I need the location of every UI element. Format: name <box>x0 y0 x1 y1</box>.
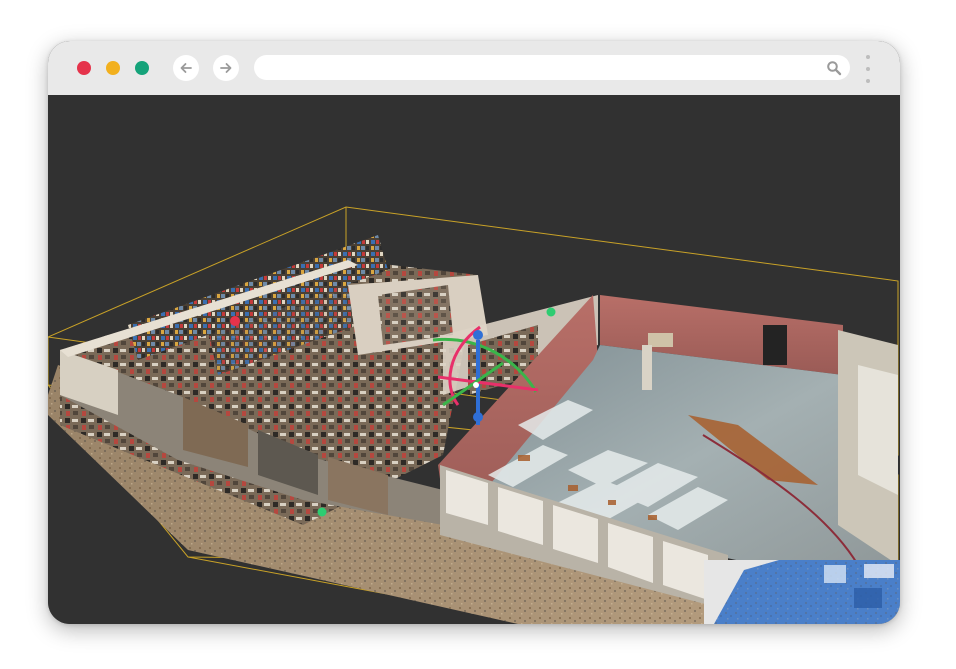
arrow-left-icon <box>180 63 192 73</box>
minimap-preview[interactable] <box>704 560 900 624</box>
arrow-right-icon <box>220 63 232 73</box>
close-window-button[interactable] <box>77 61 91 75</box>
back-button[interactable] <box>173 55 199 81</box>
search-button[interactable] <box>826 60 842 76</box>
browser-toolbar <box>48 41 900 95</box>
address-bar[interactable] <box>254 55 850 80</box>
waypoint-marker[interactable] <box>546 307 556 317</box>
forward-button[interactable] <box>213 55 239 81</box>
annotation-pin[interactable] <box>230 316 240 326</box>
kebab-menu-icon[interactable] <box>863 55 873 83</box>
browser-window <box>48 41 900 624</box>
waypoint-marker[interactable] <box>317 507 327 517</box>
maximize-window-button[interactable] <box>135 61 149 75</box>
point-cloud-viewport[interactable] <box>48 95 900 624</box>
point-cloud-scene[interactable] <box>48 95 900 624</box>
minimize-window-button[interactable] <box>106 61 120 75</box>
search-icon <box>827 61 842 76</box>
